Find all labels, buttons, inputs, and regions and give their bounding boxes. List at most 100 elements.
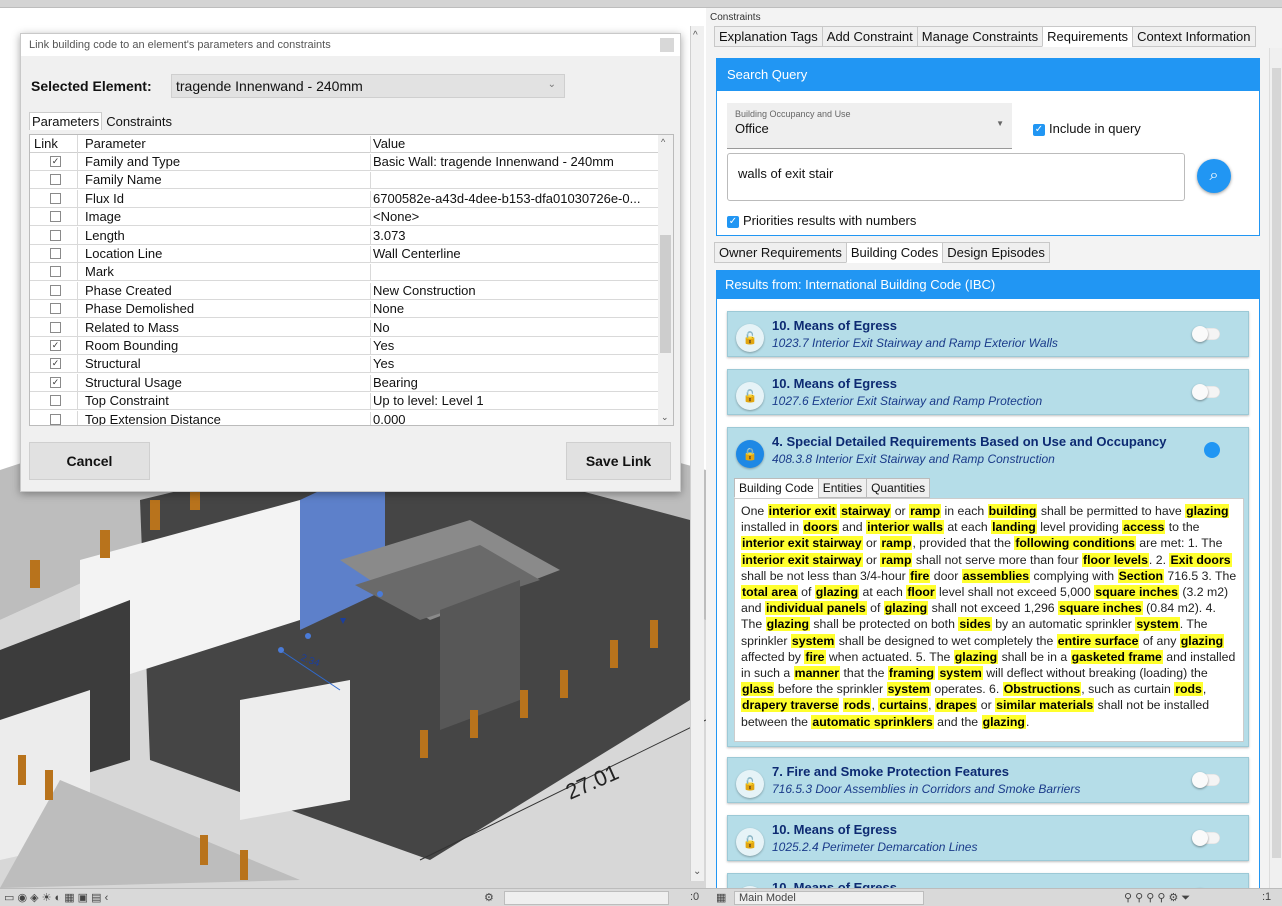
link-checkbox[interactable]: ✓	[50, 376, 61, 388]
table-row[interactable]: Phase Demolished None	[30, 300, 660, 319]
scroll-thumb[interactable]	[1272, 68, 1281, 858]
selected-indicator[interactable]	[1204, 442, 1220, 458]
link-checkbox[interactable]	[50, 321, 61, 333]
tab-design-episodes[interactable]: Design Episodes	[942, 242, 1050, 263]
link-checkbox[interactable]: ✓	[50, 156, 61, 167]
link-checkbox[interactable]	[50, 413, 61, 425]
link-checkbox[interactable]	[50, 174, 61, 186]
parameter-value[interactable]: New Construction	[370, 282, 660, 300]
scroll-down-icon[interactable]: ⌄	[661, 412, 669, 423]
view-controls-icons[interactable]: ▭ ◉ ◈ ☀ ◐ ▦ ▣ ▤ ‹	[4, 891, 108, 904]
include-in-query-checkbox[interactable]: ✓ Include in query	[1033, 121, 1141, 136]
viewport-vertical-scrollbar[interactable]: ^ ⌄	[690, 26, 704, 881]
link-checkbox[interactable]	[50, 284, 61, 296]
tab-owner-requirements[interactable]: Owner Requirements	[714, 242, 847, 263]
parameter-value[interactable]: 3.073	[370, 227, 660, 245]
link-checkbox[interactable]: ✓	[50, 358, 61, 370]
scroll-up-icon[interactable]: ^	[693, 30, 698, 41]
table-row[interactable]: ✓ Structural Usage Bearing	[30, 373, 660, 392]
table-row[interactable]: ✓ Room Bounding Yes	[30, 337, 660, 355]
link-checkbox[interactable]	[50, 192, 61, 204]
scroll-up-icon[interactable]: ^	[661, 137, 665, 147]
table-row[interactable]: Family Name	[30, 171, 660, 190]
tab-quantities[interactable]: Quantities	[866, 478, 931, 498]
design-option-dropdown[interactable]	[504, 891, 669, 905]
cancel-button[interactable]: Cancel	[29, 442, 150, 480]
model-dropdown[interactable]: Main Model	[734, 891, 924, 905]
link-checkbox[interactable]	[50, 211, 61, 223]
tab-building-code[interactable]: Building Code	[734, 478, 819, 498]
priorities-checkbox[interactable]: ✓ Priorities results with numbers	[727, 213, 916, 228]
table-scrollbar[interactable]: ^ ⌄	[658, 135, 673, 425]
parameter-value[interactable]: No	[370, 319, 660, 337]
toggle-switch[interactable]	[1192, 384, 1220, 400]
link-checkbox[interactable]	[50, 229, 61, 241]
result-card-expanded[interactable]: 🔒 4. Special Detailed Requirements Based…	[727, 427, 1249, 747]
panel-scrollbar[interactable]	[1269, 48, 1282, 888]
table-row[interactable]: Related to Mass No	[30, 318, 660, 337]
table-row[interactable]: Mark	[30, 263, 660, 282]
table-row[interactable]: ✓ Structural Yes	[30, 355, 660, 374]
result-card[interactable]: 🔓 10. Means of Egress	[727, 873, 1249, 888]
search-button[interactable]: ⌕	[1197, 159, 1231, 193]
tab-requirements[interactable]: Requirements	[1042, 26, 1134, 47]
parameter-value[interactable]: 6700582e-a43d-4dee-b153-dfa01030726e-0..…	[370, 190, 660, 208]
result-card[interactable]: 🔓 10. Means of Egress 1027.6 Exterior Ex…	[727, 369, 1249, 415]
tab-building-codes[interactable]: Building Codes	[845, 242, 944, 263]
link-checkbox[interactable]	[50, 395, 61, 407]
unlock-icon[interactable]: 🔓	[736, 770, 764, 798]
table-row[interactable]: ✓ Family and Type Basic Wall: tragende Inn…	[30, 153, 660, 171]
parameter-value[interactable]	[370, 264, 660, 282]
link-checkbox[interactable]	[50, 303, 61, 315]
parameter-value[interactable]	[370, 172, 660, 190]
result-card[interactable]: 🔓 10. Means of Egress 1023.7 Interior Ex…	[727, 311, 1249, 357]
selected-element-dropdown[interactable]: tragende Innenwand - 240mm ⌄	[171, 74, 565, 98]
design-options-icon[interactable]: ⚙	[484, 891, 494, 904]
close-button[interactable]	[660, 38, 674, 52]
tab-add-constraint[interactable]: Add Constraint	[821, 26, 918, 47]
unlock-icon[interactable]: 🔓	[736, 382, 764, 410]
tab-constraints[interactable]: Constraints	[104, 113, 174, 130]
parameter-value[interactable]: None	[370, 301, 660, 319]
lock-icon[interactable]: 🔒	[736, 440, 764, 468]
scroll-thumb[interactable]	[660, 235, 671, 353]
table-row[interactable]: Phase Created New Construction	[30, 281, 660, 300]
table-row[interactable]: Location Line Wall Centerline	[30, 245, 660, 263]
parameter-value[interactable]: Yes	[370, 356, 660, 374]
link-checkbox[interactable]	[50, 248, 61, 259]
table-row[interactable]: Length 3.073	[30, 226, 660, 245]
table-row[interactable]: Top Extension Distance 0.000	[30, 410, 660, 425]
parameter-value[interactable]: 0.000	[370, 411, 660, 425]
tab-entities[interactable]: Entities	[817, 478, 868, 498]
result-card[interactable]: 🔓 7. Fire and Smoke Protection Features …	[727, 757, 1249, 803]
column-value[interactable]: ^Value	[370, 136, 660, 153]
occupancy-dropdown[interactable]: Building Occupancy and Use Office ▼	[727, 103, 1012, 149]
table-row[interactable]: Flux Id 6700582e-a43d-4dee-b153-dfa010307…	[30, 189, 660, 208]
parameter-value[interactable]: Wall Centerline	[370, 246, 660, 263]
column-parameter[interactable]: Parameter	[85, 136, 365, 151]
selection-filter-icons[interactable]: ⚲ ⚲ ⚲ ⚲ ⚙ ⏷	[1124, 891, 1190, 905]
parameter-value[interactable]: <None>	[370, 209, 660, 227]
result-card[interactable]: 🔓 10. Means of Egress 1025.2.4 Perimeter…	[727, 815, 1249, 861]
table-row[interactable]: Image <None>	[30, 208, 660, 227]
save-link-button[interactable]: Save Link	[566, 442, 671, 480]
scroll-down-icon[interactable]: ⌄	[693, 866, 701, 877]
parameter-value[interactable]: Up to level: Level 1	[370, 393, 660, 411]
tab-context-information[interactable]: Context Information	[1132, 26, 1256, 47]
link-checkbox[interactable]	[50, 266, 61, 278]
column-link[interactable]: Link	[30, 135, 78, 153]
unlock-icon[interactable]: 🔓	[736, 324, 764, 352]
link-checkbox[interactable]: ✓	[50, 340, 61, 351]
parameter-value[interactable]: Yes	[370, 338, 660, 355]
toggle-switch[interactable]	[1192, 326, 1220, 342]
tab-explanation-tags[interactable]: Explanation Tags	[714, 26, 823, 47]
tab-parameters[interactable]: Parameters	[29, 112, 103, 130]
toggle-switch[interactable]	[1192, 772, 1220, 788]
table-row[interactable]: Top Constraint Up to level: Level 1	[30, 392, 660, 411]
parameter-value[interactable]: Basic Wall: tragende Innenwand - 240mm	[370, 154, 660, 171]
parameter-value[interactable]: Bearing	[370, 374, 660, 392]
tab-manage-constraints[interactable]: Manage Constraints	[916, 26, 1044, 47]
workset-icon[interactable]: ▦	[716, 891, 726, 904]
unlock-icon[interactable]: 🔓	[736, 828, 764, 856]
query-input[interactable]: walls of exit stair	[727, 153, 1185, 201]
